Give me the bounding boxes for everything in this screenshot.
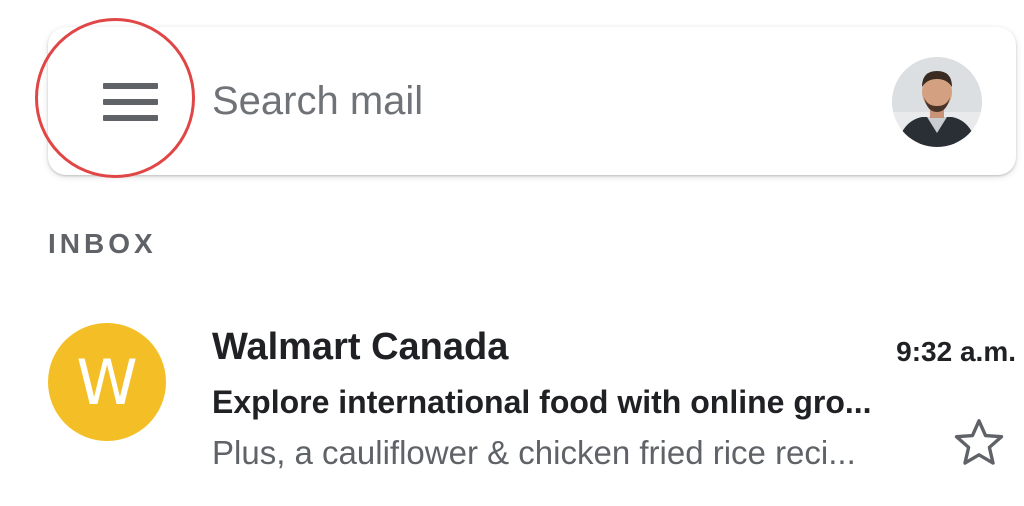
- email-time: 9:32 a.m.: [896, 336, 1016, 367]
- inbox-label: INBOX: [48, 228, 157, 259]
- avatar-image: [892, 57, 982, 147]
- hamburger-menu-icon: [102, 83, 158, 89]
- email-snippet: Plus, a cauliflower & chicken fried rice…: [212, 434, 856, 471]
- email-row[interactable]: W Walmart Canada 9:32 a.m. Explore inter…: [0, 300, 1024, 490]
- search-input[interactable]: [212, 70, 852, 132]
- star-outline-icon: [954, 419, 1004, 465]
- sender-avatar: W: [48, 323, 166, 441]
- menu-button[interactable]: [80, 60, 180, 144]
- gmail-inbox-screen: INBOX W Walmart Canada 9:32 a.m. Explore…: [0, 0, 1024, 506]
- email-sender: Walmart Canada: [212, 326, 509, 368]
- email-subject: Explore international food with online g…: [212, 384, 872, 420]
- account-avatar[interactable]: [892, 57, 982, 147]
- star-button[interactable]: [950, 414, 1008, 472]
